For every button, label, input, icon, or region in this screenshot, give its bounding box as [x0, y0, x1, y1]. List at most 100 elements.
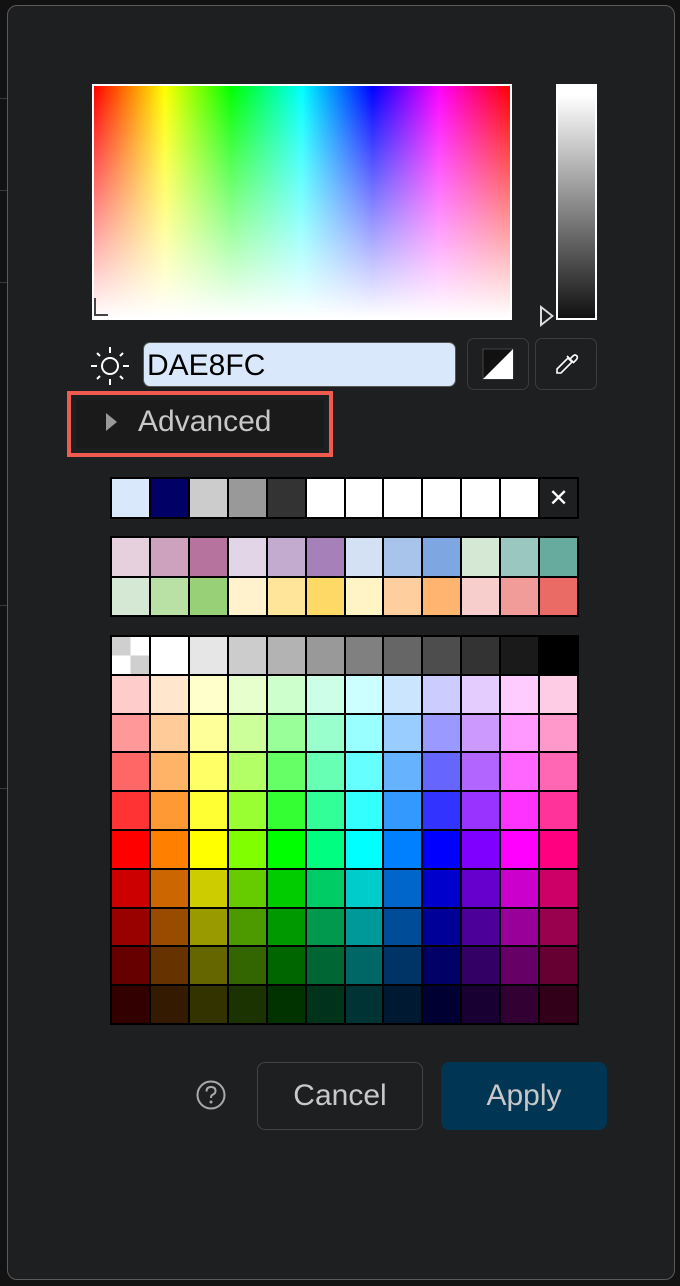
palette-color-swatch[interactable] [112, 675, 149, 713]
palette-color-swatch[interactable] [306, 792, 344, 829]
palette-color-swatch[interactable] [112, 908, 149, 946]
preset-color-swatch[interactable] [189, 577, 227, 615]
preset-color-swatch[interactable] [423, 538, 461, 576]
palette-color-swatch[interactable] [306, 637, 344, 674]
palette-color-swatch[interactable] [384, 908, 422, 946]
saturation-hue-area[interactable] [92, 84, 512, 320]
preset-color-swatch[interactable] [228, 577, 266, 615]
palette-color-swatch[interactable] [112, 869, 149, 907]
recent-color-swatch[interactable] [345, 479, 383, 517]
palette-color-swatch[interactable] [423, 908, 461, 946]
palette-color-swatch[interactable] [540, 869, 577, 907]
palette-color-swatch[interactable] [501, 637, 539, 674]
palette-color-swatch[interactable] [345, 830, 383, 868]
preset-color-swatch[interactable] [423, 577, 461, 615]
palette-color-swatch[interactable] [189, 830, 227, 868]
swatch-transparent[interactable] [112, 637, 149, 674]
palette-color-swatch[interactable] [540, 986, 577, 1023]
palette-color-swatch[interactable] [423, 947, 461, 985]
preset-color-swatch[interactable] [345, 577, 383, 615]
palette-color-swatch[interactable] [228, 869, 266, 907]
palette-color-swatch[interactable] [150, 675, 188, 713]
palette-color-swatch[interactable] [228, 908, 266, 946]
palette-color-swatch[interactable] [306, 714, 344, 752]
recent-color-swatch[interactable] [462, 479, 500, 517]
palette-color-swatch[interactable] [462, 947, 500, 985]
palette-color-swatch[interactable] [306, 869, 344, 907]
palette-color-swatch[interactable] [462, 753, 500, 791]
palette-color-swatch[interactable] [306, 675, 344, 713]
palette-color-swatch[interactable] [423, 986, 461, 1023]
palette-color-swatch[interactable] [345, 792, 383, 829]
palette-color-swatch[interactable] [228, 830, 266, 868]
palette-color-swatch[interactable] [501, 947, 539, 985]
palette-color-swatch[interactable] [345, 947, 383, 985]
preset-color-swatch[interactable] [462, 538, 500, 576]
preset-color-swatch[interactable] [228, 538, 266, 576]
palette-color-swatch[interactable] [267, 947, 305, 985]
palette-color-swatch[interactable] [501, 675, 539, 713]
palette-color-swatch[interactable] [384, 869, 422, 907]
palette-color-swatch[interactable] [423, 637, 461, 674]
preset-color-swatch[interactable] [540, 538, 577, 576]
palette-color-swatch[interactable] [540, 830, 577, 868]
palette-color-swatch[interactable] [267, 830, 305, 868]
recent-color-swatch[interactable] [228, 479, 266, 517]
palette-color-swatch[interactable] [150, 947, 188, 985]
palette-color-swatch[interactable] [228, 714, 266, 752]
preset-color-swatch[interactable] [501, 577, 539, 615]
preset-color-swatch[interactable] [306, 577, 344, 615]
preset-color-swatch[interactable] [150, 577, 188, 615]
recent-color-swatch[interactable] [112, 479, 149, 517]
palette-color-swatch[interactable] [345, 753, 383, 791]
palette-color-swatch[interactable] [540, 637, 577, 674]
palette-color-swatch[interactable] [540, 714, 577, 752]
palette-color-swatch[interactable] [306, 830, 344, 868]
palette-color-swatch[interactable] [189, 753, 227, 791]
palette-color-swatch[interactable] [228, 792, 266, 829]
palette-color-swatch[interactable] [345, 869, 383, 907]
palette-color-swatch[interactable] [150, 714, 188, 752]
palette-color-swatch[interactable] [501, 908, 539, 946]
palette-color-swatch[interactable] [189, 986, 227, 1023]
palette-color-swatch[interactable] [384, 947, 422, 985]
palette-color-swatch[interactable] [267, 675, 305, 713]
palette-color-swatch[interactable] [384, 830, 422, 868]
palette-color-swatch[interactable] [150, 830, 188, 868]
palette-color-swatch[interactable] [150, 986, 188, 1023]
palette-color-swatch[interactable] [189, 947, 227, 985]
preset-color-swatch[interactable] [384, 577, 422, 615]
palette-color-swatch[interactable] [540, 792, 577, 829]
palette-color-swatch[interactable] [462, 792, 500, 829]
recent-color-swatch[interactable] [150, 479, 188, 517]
recent-color-swatch[interactable] [267, 479, 305, 517]
preset-color-swatch[interactable] [540, 577, 577, 615]
palette-color-swatch[interactable] [267, 869, 305, 907]
preset-color-swatch[interactable] [112, 538, 149, 576]
color-cursor[interactable] [94, 298, 108, 316]
palette-color-swatch[interactable] [384, 675, 422, 713]
palette-color-swatch[interactable] [267, 986, 305, 1023]
palette-color-swatch[interactable] [540, 947, 577, 985]
recent-color-swatch[interactable] [501, 479, 539, 517]
preset-color-swatch[interactable] [462, 577, 500, 615]
palette-color-swatch[interactable] [501, 986, 539, 1023]
palette-color-swatch[interactable] [462, 830, 500, 868]
palette-color-swatch[interactable] [306, 753, 344, 791]
palette-color-swatch[interactable] [150, 792, 188, 829]
palette-color-swatch[interactable] [423, 753, 461, 791]
palette-color-swatch[interactable] [540, 753, 577, 791]
palette-color-swatch[interactable] [189, 714, 227, 752]
preset-color-swatch[interactable] [306, 538, 344, 576]
palette-color-swatch[interactable] [384, 792, 422, 829]
palette-color-swatch[interactable] [267, 908, 305, 946]
palette-color-swatch[interactable] [112, 753, 149, 791]
palette-color-swatch[interactable] [462, 637, 500, 674]
sun-icon[interactable] [88, 344, 132, 388]
palette-color-swatch[interactable] [189, 637, 227, 674]
palette-color-swatch[interactable] [345, 637, 383, 674]
recent-color-swatch[interactable] [306, 479, 344, 517]
palette-color-swatch[interactable] [501, 753, 539, 791]
palette-color-swatch[interactable] [384, 986, 422, 1023]
palette-color-swatch[interactable] [112, 792, 149, 829]
